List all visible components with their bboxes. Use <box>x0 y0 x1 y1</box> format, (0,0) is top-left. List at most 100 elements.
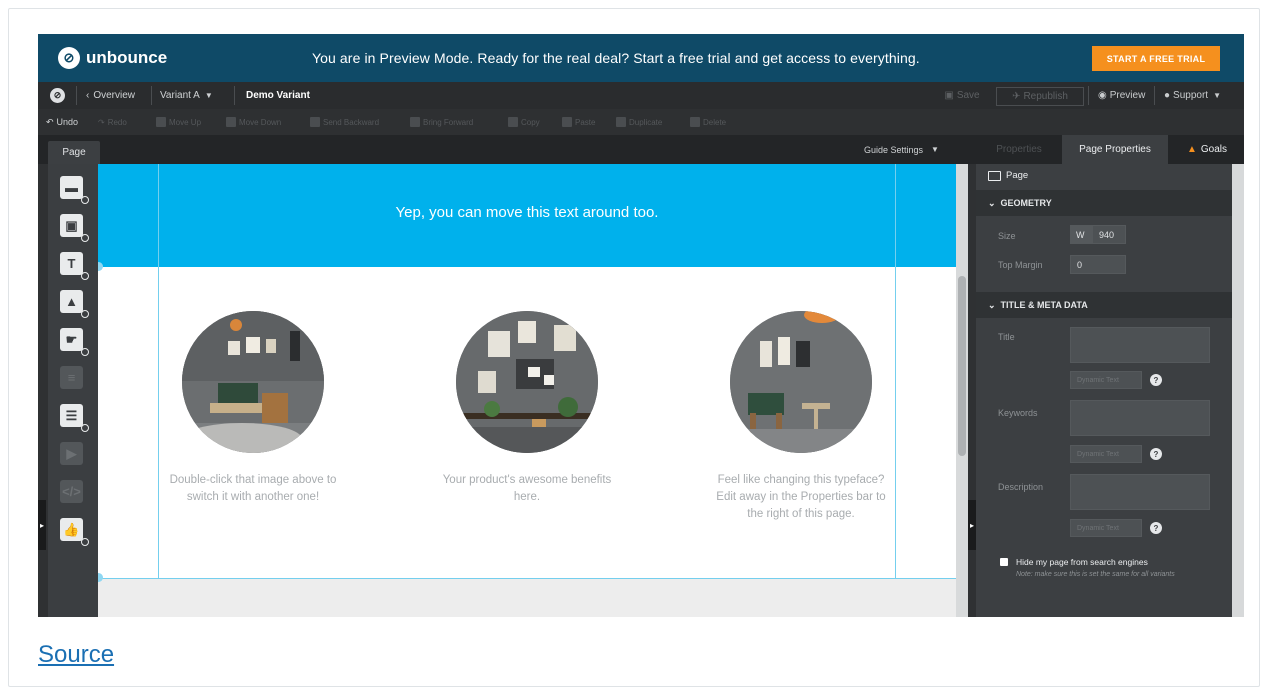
size-label: Size <box>998 231 1016 241</box>
armchair-photo-icon <box>730 311 872 453</box>
hide-page-label: Hide my page from search engines <box>1016 557 1148 567</box>
section-widget-icon[interactable]: ▬ <box>60 176 83 199</box>
canvas-scroll-thumb[interactable] <box>958 276 966 456</box>
preview-button[interactable]: ◉ Preview <box>1098 82 1145 109</box>
chevron-down-icon: ⌄ <box>988 197 996 208</box>
save-button[interactable]: ▣ Save <box>936 87 988 104</box>
tab-properties[interactable]: Properties <box>976 135 1062 164</box>
preview-message: You are in Preview Mode. Ready for the r… <box>312 50 920 66</box>
box-widget-icon[interactable]: ▣ <box>60 214 83 237</box>
tab-page-properties[interactable]: Page Properties <box>1062 135 1168 164</box>
republish-icon: ✈ <box>1012 91 1021 102</box>
width-input[interactable]: 940 <box>1092 225 1126 244</box>
gallery-wall-photo-icon <box>456 311 598 453</box>
description-dynamic-text-button[interactable]: Dynamic Text <box>1070 519 1142 537</box>
hero-section[interactable]: Yep, you can move this text around too. <box>98 164 956 267</box>
chevron-down-icon: ⌄ <box>988 299 996 310</box>
column-image-2[interactable] <box>456 311 598 453</box>
variant-name[interactable]: Demo Variant <box>246 82 310 109</box>
widget-panel: ▬ ▣ T ▲ ☛ ≡ ☰ ▶ </> 👍 <box>48 164 98 617</box>
brand-name: unbounce <box>86 48 168 67</box>
save-icon: ▣ <box>944 90 954 101</box>
content-section[interactable]: Double-click that image above to switch … <box>98 267 956 578</box>
guide-line-right[interactable] <box>895 164 896 578</box>
form-widget-icon[interactable]: ≡ <box>60 366 83 389</box>
collapse-left-icon[interactable]: ▸ <box>38 500 46 550</box>
keywords-label: Keywords <box>998 408 1038 418</box>
code-widget-icon[interactable]: </> <box>60 480 83 503</box>
unbounce-logo-icon: ⊘ <box>58 47 80 69</box>
move-up-button[interactable]: Move Up <box>156 109 201 135</box>
hide-page-checkbox[interactable] <box>1000 558 1008 566</box>
move-down-button[interactable]: Move Down <box>226 109 281 135</box>
description-input[interactable] <box>1070 474 1210 510</box>
text-widget-icon[interactable]: T <box>60 252 83 275</box>
support-dropdown[interactable]: ● Support ▼ <box>1164 82 1221 109</box>
column-image-1[interactable] <box>182 311 324 453</box>
properties-scrollbar[interactable] <box>1232 164 1244 617</box>
tab-goals[interactable]: ▲ Goals <box>1172 135 1242 164</box>
title-input[interactable] <box>1070 327 1210 363</box>
section-resize-handle[interactable] <box>98 573 103 582</box>
variant-dropdown[interactable]: Variant A ▼ <box>160 82 213 109</box>
geometry-section-header[interactable]: ⌄ GEOMETRY <box>976 190 1232 216</box>
keywords-input[interactable] <box>1070 400 1210 436</box>
republish-button[interactable]: ✈ Republish <box>996 87 1084 106</box>
move-down-icon <box>226 117 236 127</box>
column-text-3[interactable]: Feel like changing this typeface? Edit a… <box>716 472 886 523</box>
send-backward-button[interactable]: Send Backward <box>310 109 379 135</box>
app-logo-icon[interactable]: ⊘ <box>50 88 65 103</box>
guide-settings-dropdown[interactable]: Guide Settings ▼ <box>864 135 939 164</box>
hide-page-note: Note: make sure this is set the same for… <box>1016 571 1175 578</box>
tab-page[interactable]: Page <box>48 141 100 164</box>
button-widget-icon[interactable]: ☛ <box>60 328 83 351</box>
undo-icon: ↶ <box>46 116 54 127</box>
caret-down-icon: ▼ <box>1213 91 1221 100</box>
page-canvas[interactable]: Yep, you can move this text around too. <box>98 164 956 617</box>
caret-down-icon: ▼ <box>931 145 939 154</box>
duplicate-button[interactable]: Duplicate <box>616 109 662 135</box>
delete-icon <box>690 117 700 127</box>
redo-button[interactable]: ↷ Redo <box>98 109 127 135</box>
guide-line-bottom[interactable] <box>98 578 956 579</box>
delete-button[interactable]: Delete <box>690 109 726 135</box>
copy-button[interactable]: Copy <box>508 109 540 135</box>
title-dynamic-text-button[interactable]: Dynamic Text <box>1070 371 1142 389</box>
width-prefix: W <box>1070 225 1092 244</box>
unbounce-logo[interactable]: ⊘ unbounce <box>58 47 167 69</box>
preview-banner: ⊘ unbounce You are in Preview Mode. Read… <box>38 34 1244 82</box>
start-free-trial-button[interactable]: START A FREE TRIAL <box>1092 46 1220 71</box>
page-heading: Page <box>988 170 1028 181</box>
column-text-1[interactable]: Double-click that image above to switch … <box>168 472 338 506</box>
meta-section-header[interactable]: ⌄ TITLE & META DATA <box>976 292 1232 318</box>
hero-text[interactable]: Yep, you can move this text around too. <box>98 204 956 221</box>
paste-button[interactable]: Paste <box>562 109 595 135</box>
help-icon[interactable]: ? <box>1150 448 1162 460</box>
living-room-photo-icon <box>182 311 324 453</box>
help-icon[interactable]: ? <box>1150 374 1162 386</box>
undo-button[interactable]: ↶ Undo <box>46 109 78 135</box>
image-widget-icon[interactable]: ▲ <box>60 290 83 313</box>
top-margin-input[interactable]: 0 <box>1070 255 1126 274</box>
move-up-icon <box>156 117 166 127</box>
title-label: Title <box>998 332 1015 342</box>
overview-link[interactable]: ‹ Overview <box>86 82 135 109</box>
keywords-dynamic-text-button[interactable]: Dynamic Text <box>1070 445 1142 463</box>
column-image-3[interactable] <box>730 311 872 453</box>
source-link[interactable]: Source <box>38 641 114 669</box>
send-backward-icon <box>310 117 320 127</box>
collapse-right-icon[interactable]: ▸ <box>968 500 976 550</box>
guide-line-left[interactable] <box>158 164 159 578</box>
caret-down-icon: ▼ <box>204 91 213 100</box>
video-widget-icon[interactable]: ▶ <box>60 442 83 465</box>
canvas-scrollbar[interactable] <box>956 164 968 617</box>
social-widget-icon[interactable]: 👍 <box>60 518 83 541</box>
edit-toolbar: ↶ Undo ↷ Redo Move Up Move Down Send Bac… <box>38 109 1244 135</box>
bring-forward-button[interactable]: Bring Forward <box>410 109 473 135</box>
monitor-icon <box>988 170 1001 181</box>
help-icon: ● <box>1164 90 1171 101</box>
help-icon[interactable]: ? <box>1150 522 1162 534</box>
column-text-2[interactable]: Your product's awesome benefits here. <box>442 472 612 506</box>
builder-screenshot: ⊘ unbounce You are in Preview Mode. Read… <box>38 34 1244 617</box>
list-widget-icon[interactable]: ☰ <box>60 404 83 427</box>
